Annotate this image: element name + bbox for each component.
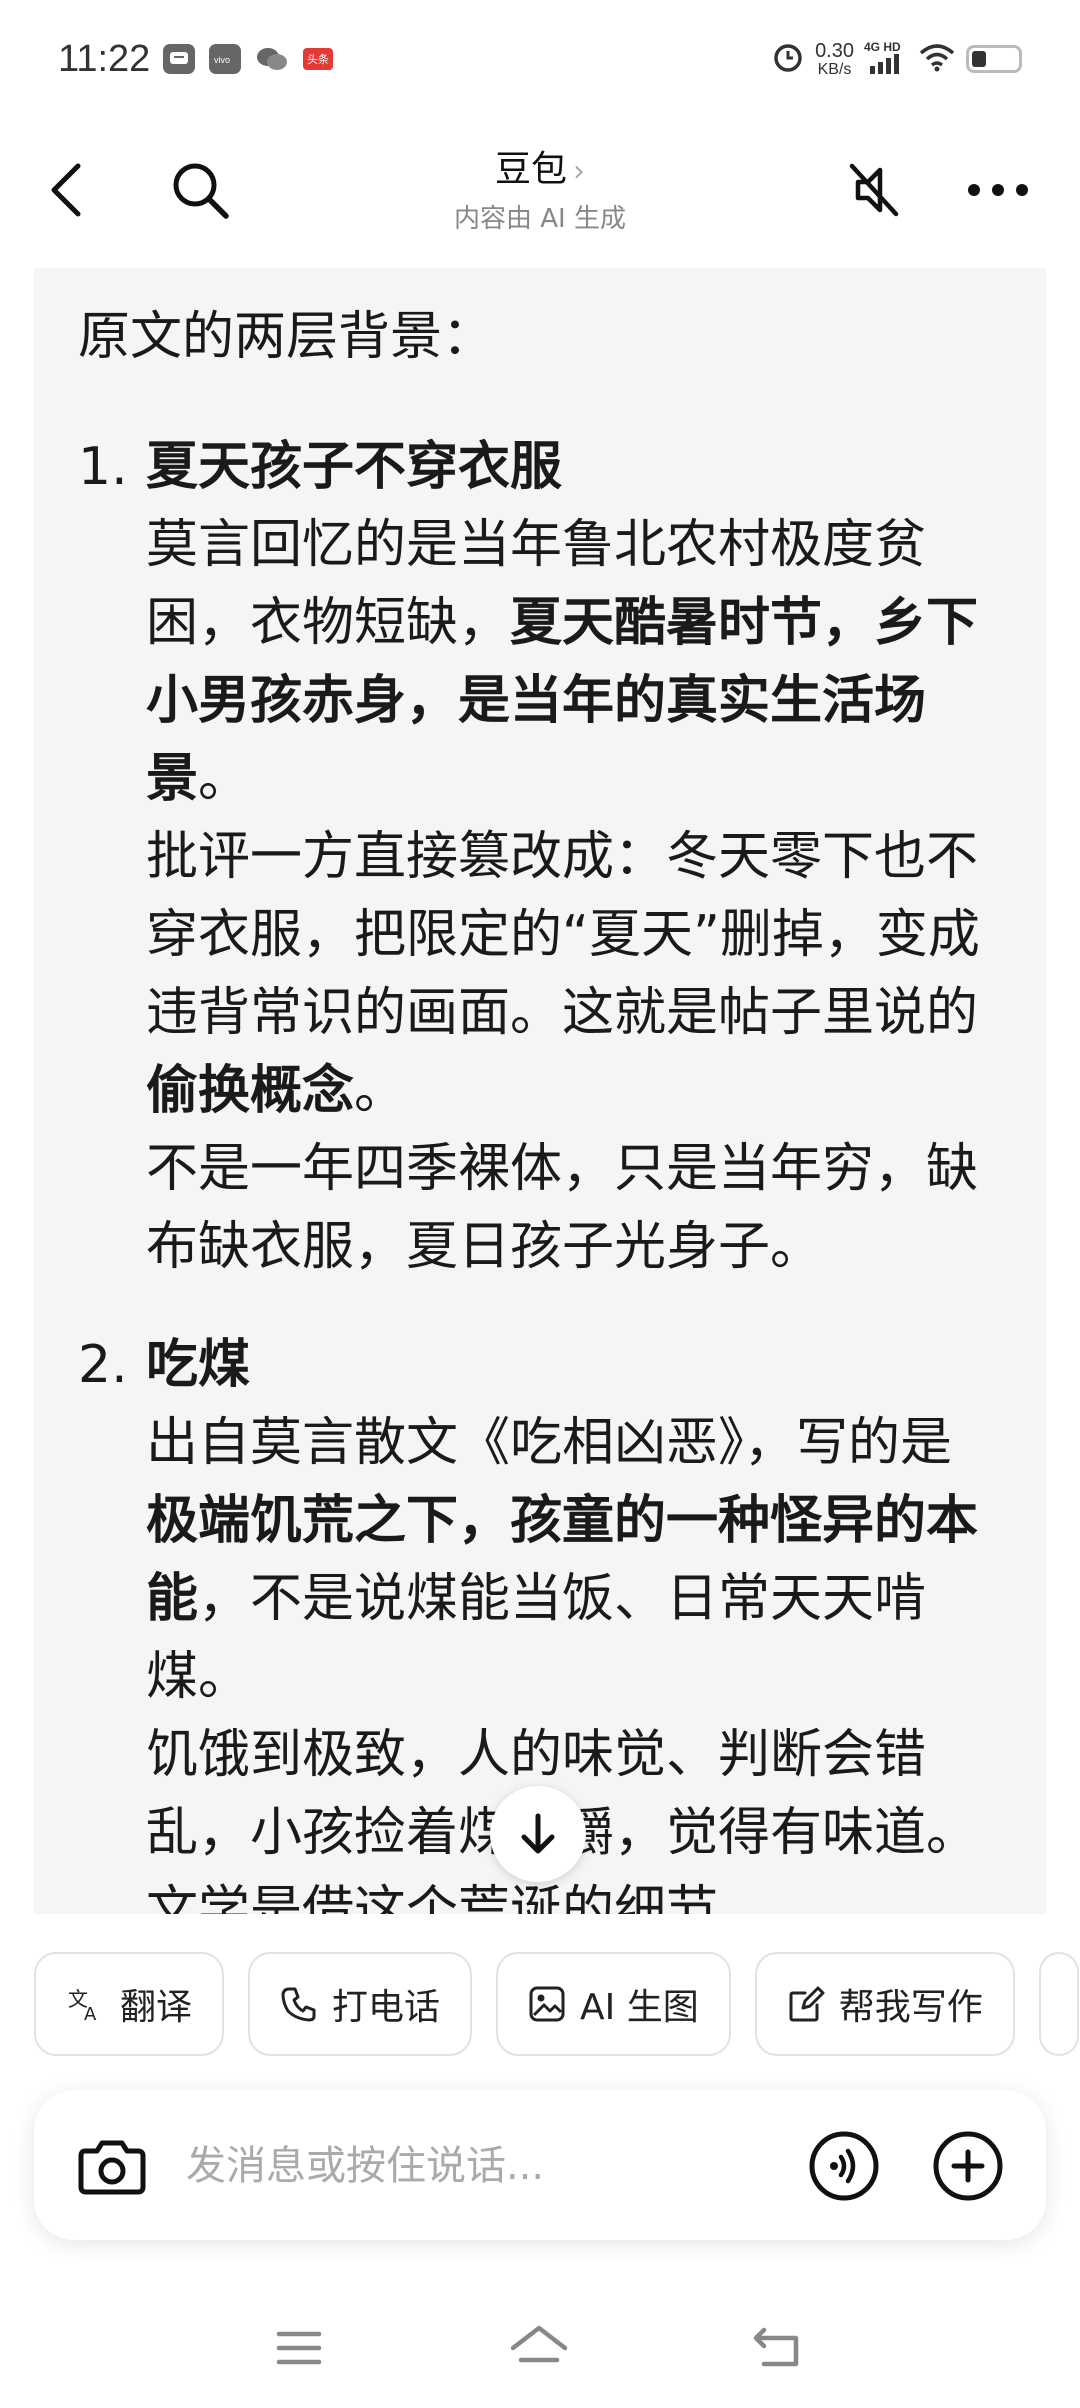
ai-message-bubble: 原文的两层背景： 1. 夏天孩子不穿衣服 莫言回忆的是当年鲁北农村极度贫困，衣物… bbox=[34, 268, 1046, 1914]
bold-text: 偷换概念 bbox=[146, 1061, 355, 1121]
chip-label: 帮我写作 bbox=[838, 1987, 983, 2028]
phone-call-chip[interactable]: 打电话 bbox=[248, 1952, 473, 2056]
ai-generated-note: 内容由 AI 生成 bbox=[454, 204, 626, 234]
camera-button[interactable] bbox=[74, 2128, 150, 2204]
svg-text:A: A bbox=[84, 2004, 97, 2024]
system-nav-bar bbox=[0, 2290, 1080, 2408]
paragraph: 出自莫言散文《吃相凶恶》，写的是极端饥荒之下，孩童的一种怪异的本能，不是说煤能当… bbox=[146, 1404, 1000, 1716]
paragraph: 莫言回忆的是当年鲁北农村极度贫困，衣物短缺，夏天酷暑时节，乡下小男孩赤身，是当年… bbox=[146, 506, 1000, 818]
text-span: ，不是说煤能当饭、日常天天啃煤。 bbox=[146, 1569, 927, 1707]
list-number: 2. bbox=[78, 1335, 128, 1395]
signal-icon: 4G HD bbox=[864, 40, 908, 76]
mute-button[interactable] bbox=[834, 150, 914, 230]
header-title-area[interactable]: 豆包 › 内容由 AI 生成 bbox=[0, 140, 1080, 235]
home-button[interactable] bbox=[504, 2318, 574, 2378]
scroll-to-bottom-button[interactable] bbox=[490, 1786, 586, 1882]
battery-icon bbox=[966, 45, 1022, 73]
net-speed: 0.30 KB/s bbox=[815, 41, 854, 78]
more-icon bbox=[968, 184, 1028, 196]
plus-icon bbox=[933, 2131, 1003, 2201]
message-input[interactable] bbox=[186, 2136, 686, 2196]
translate-chip[interactable]: 文A 翻译 bbox=[34, 1952, 225, 2056]
message-intro: 原文的两层背景： bbox=[78, 307, 495, 367]
alarm-icon bbox=[771, 40, 805, 78]
list-item: 1. 夏天孩子不穿衣服 莫言回忆的是当年鲁北农村极度贫困，衣物短缺，夏天酷暑时节… bbox=[78, 428, 1000, 1286]
text-span: 出自莫言散文《吃相凶恶》，写的是 bbox=[146, 1413, 953, 1473]
list-number: 1. bbox=[78, 437, 128, 497]
item-title-text: 吃煤 bbox=[146, 1335, 251, 1395]
quick-actions: 文A 翻译 打电话 AI 生图 帮我写作 bbox=[34, 1952, 1079, 2056]
text-span: 。 bbox=[354, 1061, 407, 1121]
chevron-right-icon: › bbox=[573, 154, 585, 189]
item-title: 夏天孩子不穿衣服 bbox=[146, 428, 1000, 506]
wechat-icon bbox=[255, 44, 289, 74]
voice-call-button[interactable] bbox=[806, 2128, 882, 2204]
chip-label: 打电话 bbox=[332, 1987, 441, 2028]
writing-assist-chip[interactable]: 帮我写作 bbox=[754, 1952, 1015, 2056]
item-title: 吃煤 bbox=[146, 1326, 1000, 1404]
back-nav-icon bbox=[753, 2327, 799, 2367]
net-speed-unit: KB/s bbox=[817, 60, 852, 78]
net-speed-value: 0.30 bbox=[815, 39, 854, 62]
more-chip[interactable] bbox=[1038, 1952, 1079, 2056]
paragraph: 批评一方直接篡改成：冬天零下也不穿衣服，把限定的“夏天”删掉，变成违背常识的画面… bbox=[146, 818, 1000, 1130]
chat-header: 豆包 › 内容由 AI 生成 bbox=[0, 120, 1080, 270]
voice-call-icon bbox=[809, 2131, 879, 2201]
paragraph: 不是一年四季裸体，只是当年穷，缺布缺衣服，夏日孩子光身子。 bbox=[146, 1139, 979, 1277]
list-body: 夏天孩子不穿衣服 莫言回忆的是当年鲁北农村极度贫困，衣物短缺，夏天酷暑时节，乡下… bbox=[146, 428, 1000, 1286]
translate-icon: 文A bbox=[68, 1987, 97, 2024]
message-icon bbox=[163, 44, 195, 74]
chip-label: AI 生图 bbox=[580, 1987, 699, 2028]
wifi-icon bbox=[918, 42, 956, 76]
ai-image-chip[interactable]: AI 生图 bbox=[496, 1952, 731, 2056]
image-icon bbox=[529, 1986, 565, 2022]
vivo-icon: vivo bbox=[209, 44, 241, 74]
back-nav-button[interactable] bbox=[744, 2318, 814, 2378]
status-system-icons: 0.30 KB/s 4G HD bbox=[771, 40, 1022, 78]
text-span: 批评一方直接篡改成：冬天零下也不穿衣服，把限定的“夏天”删掉，变成违背常识的画面… bbox=[146, 827, 980, 1043]
status-notification-icons: vivo 头条 bbox=[163, 44, 333, 74]
status-time: 11:22 bbox=[58, 38, 151, 80]
bot-name: 豆包 bbox=[494, 149, 567, 190]
text-span: 。 bbox=[198, 749, 251, 809]
page-title: 豆包 › bbox=[0, 140, 1080, 192]
message-input-bar bbox=[34, 2090, 1046, 2240]
svg-text:vivo: vivo bbox=[214, 55, 230, 64]
message-content: 原文的两层背景： 1. 夏天孩子不穿衣服 莫言回忆的是当年鲁北农村极度贫困，衣物… bbox=[34, 268, 1046, 1914]
more-options-button[interactable] bbox=[930, 2128, 1006, 2204]
more-button[interactable] bbox=[958, 150, 1038, 230]
home-icon bbox=[510, 2325, 568, 2363]
chip-label: 翻译 bbox=[120, 1987, 193, 2028]
menu-icon bbox=[276, 2331, 322, 2365]
toutiao-icon: 头条 bbox=[303, 48, 333, 70]
camera-icon bbox=[78, 2140, 146, 2195]
phone-icon bbox=[281, 1987, 316, 2022]
edit-icon bbox=[789, 1986, 825, 2022]
mute-icon bbox=[849, 163, 899, 217]
status-bar: 11:22 vivo 头条 0.30 KB/s 4G HD bbox=[0, 0, 1080, 120]
item-title-text: 夏天孩子不穿衣服 bbox=[146, 437, 563, 497]
arrow-down-icon bbox=[521, 1813, 555, 1854]
recent-apps-button[interactable] bbox=[264, 2318, 334, 2378]
